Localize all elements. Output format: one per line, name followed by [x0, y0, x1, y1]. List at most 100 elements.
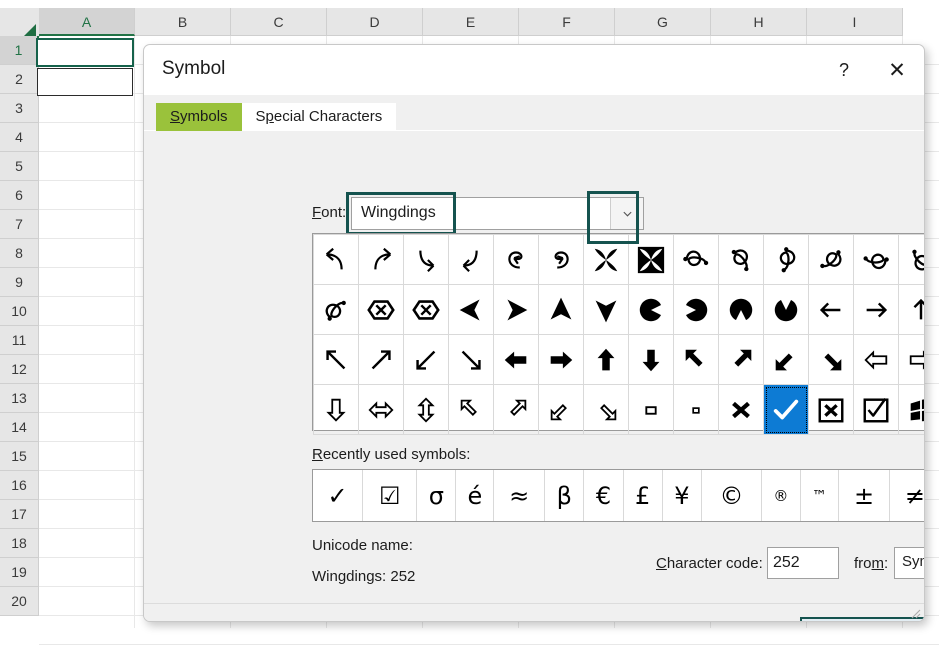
row-header-19[interactable]: 19 — [0, 558, 39, 587]
recent-symbol-trademark-sign[interactable]: ™ — [800, 470, 839, 521]
recent-symbols-table[interactable]: ✓☑σé≈β€£¥©®™±≠≤ — [313, 470, 925, 521]
row-header-11[interactable]: 11 — [0, 326, 39, 355]
symbol-cell-thin-arrow-up[interactable] — [899, 285, 926, 335]
recent-symbol-copyright-sign[interactable]: © — [701, 470, 761, 521]
symbol-cell-ribbon-knot-1[interactable] — [674, 235, 719, 285]
symbol-cell-open-arrow-left[interactable] — [854, 335, 899, 385]
symbol-cell-pinwheel-outline[interactable] — [584, 235, 629, 285]
tab-special-characters[interactable]: Special Characters — [242, 103, 397, 131]
symbol-cell-open-arrow-down-left[interactable] — [539, 385, 584, 435]
recent-symbol-euro-sign[interactable]: € — [584, 470, 623, 521]
symbol-cell-bold-arrow-up-right[interactable] — [719, 335, 764, 385]
symbol-cell-open-arrow-down-right[interactable] — [584, 385, 629, 435]
symbol-grid[interactable] — [313, 234, 925, 435]
column-header-b[interactable]: B — [135, 8, 231, 36]
symbol-cell-circle-arrow-up[interactable] — [719, 285, 764, 335]
symbol-cell-bold-arrow-down[interactable] — [629, 335, 674, 385]
symbol-cell-bold-arrow-right[interactable] — [539, 335, 584, 385]
recent-symbol-boxed-check-mark[interactable]: ☑ — [363, 470, 417, 521]
symbol-cell-circle-arrow-down[interactable] — [764, 285, 809, 335]
row-header-16[interactable]: 16 — [0, 471, 39, 500]
symbol-cell-ribbon-knot-8[interactable] — [314, 285, 359, 335]
symbol-cell-arrow-curve-right-down[interactable] — [449, 235, 494, 285]
insert-button[interactable]: Insert — [800, 617, 925, 622]
symbol-cell-x-in-hexagon-filled[interactable] — [404, 285, 449, 335]
symbol-cell-ribbon-knot-6[interactable] — [899, 235, 926, 285]
symbol-cell-bold-arrow-down-right[interactable] — [809, 335, 854, 385]
symbol-cell-tiny-square-outline[interactable] — [674, 385, 719, 435]
font-combobox[interactable]: Wingdings — [351, 197, 644, 230]
row-header-3[interactable]: 3 — [0, 94, 39, 123]
row-header-14[interactable]: 14 — [0, 413, 39, 442]
column-header-g[interactable]: G — [615, 8, 711, 36]
recent-symbol-check-mark[interactable]: ✓ — [313, 470, 363, 521]
recent-symbol-registered-sign[interactable]: ® — [762, 470, 801, 521]
recent-symbol-plus-minus-sign[interactable]: ± — [839, 470, 890, 521]
chevron-down-icon[interactable] — [610, 198, 643, 229]
symbol-cell-thin-arrow-down-left[interactable] — [404, 335, 449, 385]
row-header-17[interactable]: 17 — [0, 500, 39, 529]
select-all-corner[interactable] — [0, 8, 40, 37]
recent-symbol-yen-sign[interactable]: ¥ — [662, 470, 701, 521]
row-header-13[interactable]: 13 — [0, 384, 39, 413]
recent-symbol-greek-small-sigma[interactable]: σ — [417, 470, 456, 521]
row-header-15[interactable]: 15 — [0, 442, 39, 471]
recent-symbol-pound-sign[interactable]: £ — [623, 470, 662, 521]
symbol-cell-pinwheel-filled[interactable] — [629, 235, 674, 285]
symbol-cell-thin-arrow-left[interactable] — [809, 285, 854, 335]
resize-grip-icon[interactable] — [909, 607, 921, 619]
row-header-4[interactable]: 4 — [0, 123, 39, 152]
row-header-18[interactable]: 18 — [0, 529, 39, 558]
symbol-cell-thin-arrow-right[interactable] — [854, 285, 899, 335]
recent-symbol-almost-equal-to[interactable]: ≈ — [494, 470, 545, 521]
symbol-cell-arrow-curve-up-left[interactable] — [314, 235, 359, 285]
row-header-7[interactable]: 7 — [0, 210, 39, 239]
symbol-cell-open-arrow-up-right[interactable] — [494, 385, 539, 435]
symbol-cell-arrow-curve-loop-left[interactable] — [494, 235, 539, 285]
symbol-cell-bold-arrow-left[interactable] — [494, 335, 539, 385]
symbol-cell-small-square-outline[interactable] — [629, 385, 674, 435]
help-button[interactable]: ? — [821, 45, 867, 95]
symbol-cell-circle-arrow-left[interactable] — [629, 285, 674, 335]
symbol-cell-open-arrow-up-down[interactable] — [404, 385, 449, 435]
recent-symbols-panel[interactable]: ✓☑σé≈β€£¥©®™±≠≤ — [312, 469, 925, 522]
symbol-cell-bold-arrow-up[interactable] — [584, 335, 629, 385]
symbol-cell-arrow-curve-up-right[interactable] — [359, 235, 404, 285]
symbol-cell-boxed-x-mark[interactable] — [809, 385, 854, 435]
row-header-5[interactable]: 5 — [0, 152, 39, 181]
column-header-h[interactable]: H — [711, 8, 807, 36]
symbol-cell-circle-arrow-right[interactable] — [674, 285, 719, 335]
symbol-cell-bold-arrow-up-left[interactable] — [674, 335, 719, 385]
symbol-cell-ribbon-knot-5[interactable] — [854, 235, 899, 285]
column-header-i[interactable]: I — [807, 8, 903, 36]
symbol-cell-boxed-check-mark[interactable] — [854, 385, 899, 435]
symbol-cell-bold-arrow-down-left[interactable] — [764, 335, 809, 385]
symbol-cell-open-arrow-down[interactable] — [314, 385, 359, 435]
symbol-cell-thin-arrow-up-right[interactable] — [359, 335, 404, 385]
symbol-cell-arrowhead-down[interactable] — [584, 285, 629, 335]
symbol-cell-arrowhead-up[interactable] — [539, 285, 584, 335]
symbol-cell-thin-arrow-up-left[interactable] — [314, 335, 359, 385]
column-header-e[interactable]: E — [423, 8, 519, 36]
row-header-1[interactable]: 1 — [0, 36, 39, 65]
symbol-cell-windows-flag[interactable] — [899, 385, 926, 435]
row-header-6[interactable]: 6 — [0, 181, 39, 210]
column-header-c[interactable]: C — [231, 8, 327, 36]
close-button[interactable]: ✕ — [874, 45, 920, 95]
from-combobox[interactable]: Symbol (decimal) — [894, 547, 925, 579]
row-header-8[interactable]: 8 — [0, 239, 39, 268]
symbol-cell-open-arrow-up-left[interactable] — [449, 385, 494, 435]
symbol-cell-thin-arrow-down-right[interactable] — [449, 335, 494, 385]
tab-symbols[interactable]: Symbols — [156, 103, 242, 131]
symbol-cell-arrowhead-right[interactable] — [494, 285, 539, 335]
row-header-20[interactable]: 20 — [0, 587, 39, 616]
column-header-d[interactable]: D — [327, 8, 423, 36]
symbol-cell-open-arrow-left-right[interactable] — [359, 385, 404, 435]
row-header-10[interactable]: 10 — [0, 297, 39, 326]
symbol-cell-arrow-curve-left-down[interactable] — [404, 235, 449, 285]
cell-a2[interactable] — [37, 68, 133, 96]
symbol-cell-ribbon-knot-4[interactable] — [809, 235, 854, 285]
column-header-a[interactable]: A — [39, 8, 135, 36]
recent-symbol-e-acute[interactable]: é — [456, 470, 494, 521]
row-header-2[interactable]: 2 — [0, 65, 39, 94]
